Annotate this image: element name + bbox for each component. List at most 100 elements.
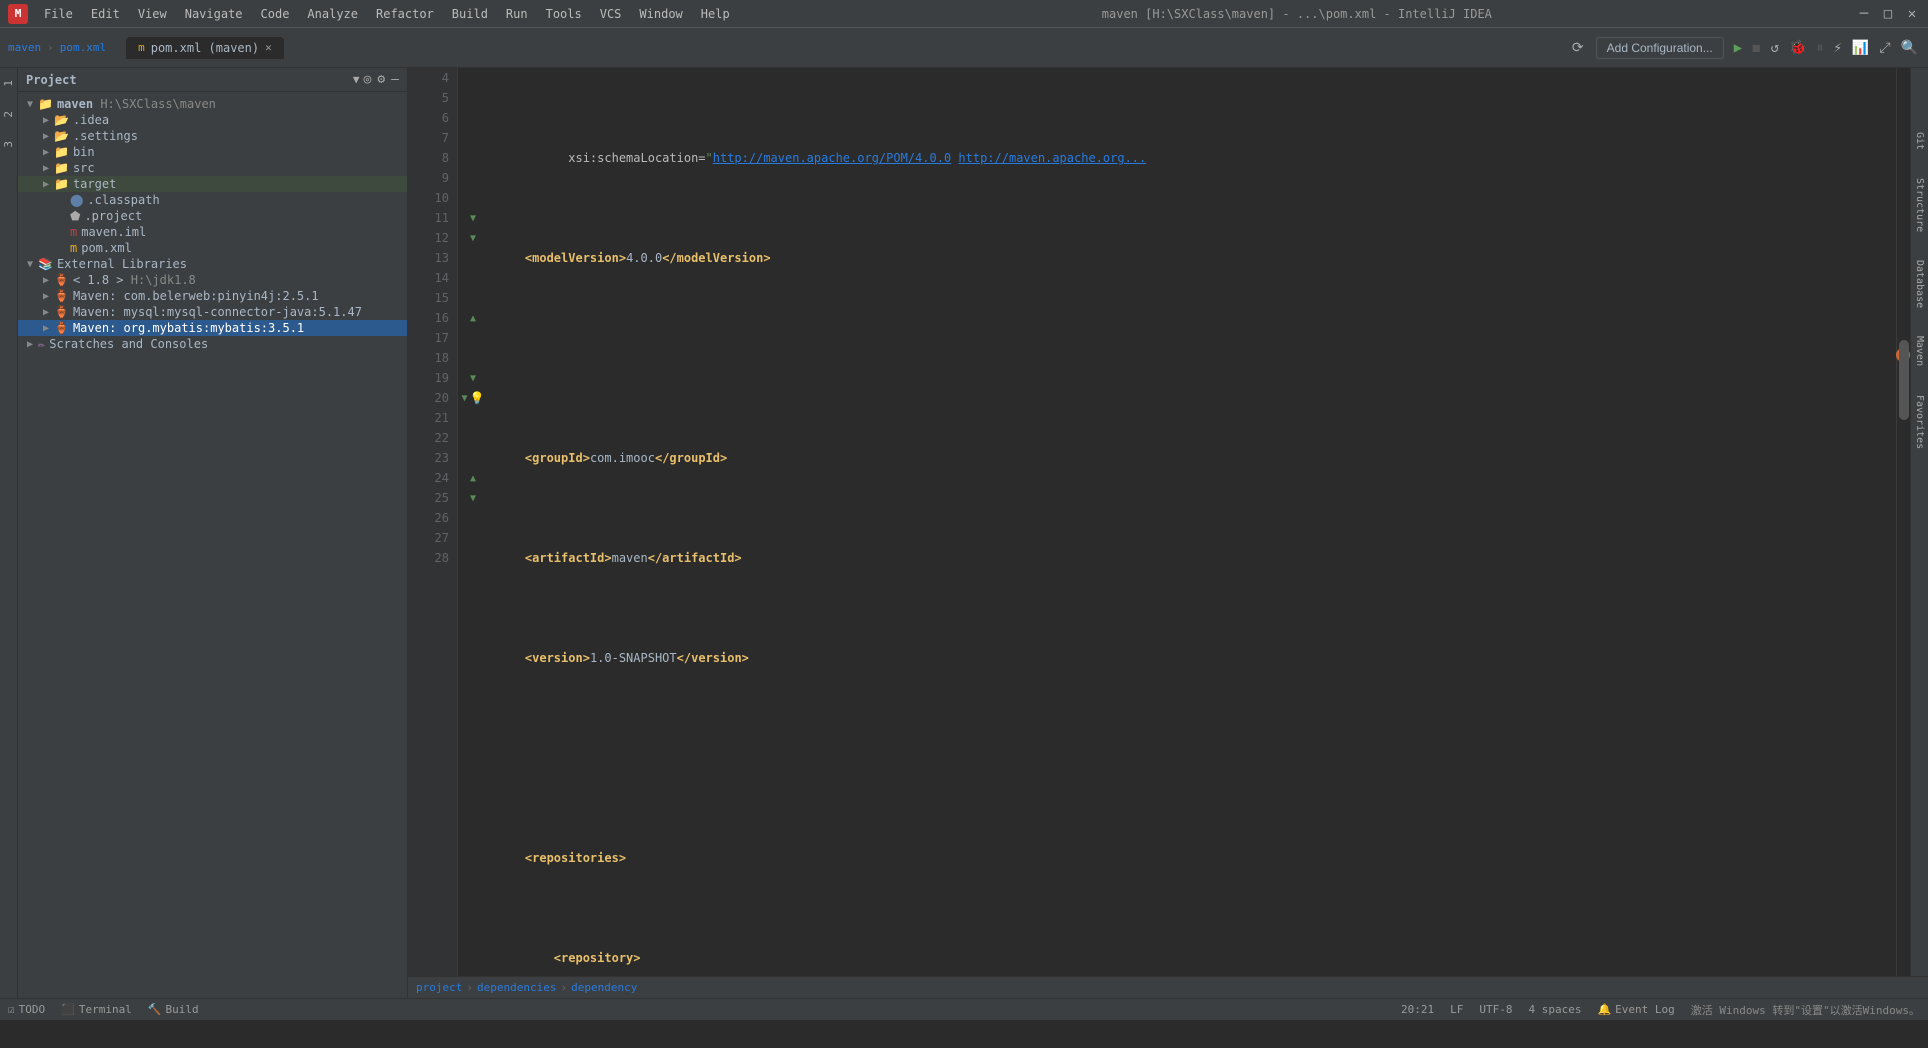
- gutter-11[interactable]: ▼: [458, 208, 488, 228]
- tree-item-scratches[interactable]: ▶ ✏ Scratches and Consoles: [18, 336, 407, 352]
- rerun-icon[interactable]: ↺: [1769, 38, 1781, 58]
- windows-activation-message: 激活 Windows 转到"设置"以激活Windows。: [1691, 1002, 1920, 1018]
- menu-refactor[interactable]: Refactor: [368, 5, 442, 23]
- right-tool-structure[interactable]: Structure: [1912, 174, 1927, 236]
- terminal-button[interactable]: ⬛ Terminal: [61, 1003, 132, 1016]
- menu-vcs[interactable]: VCS: [592, 5, 630, 23]
- sync-icon[interactable]: ⟳: [1572, 40, 1584, 56]
- stop-icon[interactable]: ◼: [1750, 38, 1762, 58]
- tree-item-project-file[interactable]: ⬟ .project: [18, 208, 407, 224]
- breadcrumb-project[interactable]: project: [416, 981, 462, 994]
- hide-sidebar-icon[interactable]: —: [391, 72, 399, 87]
- tab-pom-xml[interactable]: m pom.xml (maven) ✕: [126, 37, 284, 59]
- breadcrumb-dependency[interactable]: dependency: [571, 981, 637, 994]
- left-tool-3[interactable]: 3: [0, 137, 17, 152]
- right-tool-favorites[interactable]: Favorites: [1912, 391, 1927, 453]
- tree-item-maven-iml[interactable]: m maven.iml: [18, 224, 407, 240]
- encoding-label: UTF-8: [1479, 1003, 1512, 1016]
- code-line-9: <version>1.0-SNAPSHOT</version>: [496, 648, 1888, 668]
- line-num-28: 28: [416, 548, 449, 568]
- locate-file-icon[interactable]: ◎: [364, 72, 372, 87]
- code-editor[interactable]: xsi:schemaLocation="http://maven.apache.…: [488, 68, 1896, 976]
- tree-arrow-bin: ▶: [38, 147, 54, 158]
- breadcrumb: maven › pom.xml: [8, 41, 106, 54]
- gutter-24[interactable]: ▲: [458, 468, 488, 488]
- event-log-button[interactable]: 🔔 Event Log: [1597, 1002, 1674, 1018]
- scrollbar-thumb[interactable]: [1899, 340, 1909, 420]
- profile-icon[interactable]: 📊: [1850, 38, 1871, 58]
- tree-item-target[interactable]: ▶ 📁 target: [18, 176, 407, 192]
- todo-button[interactable]: ☑ TODO: [8, 1003, 45, 1016]
- tree-item-classpath[interactable]: ⬤ .classpath: [18, 192, 407, 208]
- tree-label-maven-mysql: Maven: mysql:mysql-connector-java:5.1.47: [73, 305, 362, 319]
- tree-item-idea[interactable]: ▶ 📂 .idea: [18, 112, 407, 128]
- menu-run[interactable]: Run: [498, 5, 536, 23]
- menu-tools[interactable]: Tools: [538, 5, 590, 23]
- sidebar-action-icons: ◎ ⚙ —: [364, 72, 399, 87]
- close-button[interactable]: ✕: [1904, 6, 1920, 22]
- menu-view[interactable]: View: [130, 5, 175, 23]
- left-tool-2[interactable]: 2: [0, 107, 17, 122]
- tree-label-jdk18: < 1.8 > H:\jdk1.8: [73, 273, 196, 287]
- tree-item-pom-xml[interactable]: m pom.xml: [18, 240, 407, 256]
- menu-analyze[interactable]: Analyze: [299, 5, 366, 23]
- maximize-button[interactable]: □: [1880, 6, 1896, 22]
- tree-item-src[interactable]: ▶ 📁 src: [18, 160, 407, 176]
- code-line-11: <repositories>: [496, 848, 1888, 868]
- line-num-6: 6: [416, 108, 449, 128]
- gutter-16[interactable]: ▲: [458, 308, 488, 328]
- encoding[interactable]: UTF-8: [1479, 1002, 1512, 1018]
- tree-arrow-settings: ▶: [38, 131, 54, 142]
- minimize-button[interactable]: ─: [1856, 6, 1872, 22]
- fullscreen-icon[interactable]: ⤢: [1877, 38, 1892, 58]
- run-icon[interactable]: ▶: [1732, 38, 1744, 58]
- code-line-8: <artifactId>maven</artifactId>: [496, 548, 1888, 568]
- tab-close-button[interactable]: ✕: [265, 41, 272, 54]
- tree-item-settings[interactable]: ▶ 📂 .settings: [18, 128, 407, 144]
- fold-arrow-20[interactable]: ▼: [462, 393, 468, 404]
- pause-icon[interactable]: ⏸: [1814, 38, 1825, 58]
- gutter-18: [458, 348, 488, 368]
- menu-code[interactable]: Code: [253, 5, 298, 23]
- sidebar-dropdown-icon[interactable]: ▼: [353, 73, 360, 86]
- tree-item-maven-mybatis[interactable]: ▶ 🏺 Maven: org.mybatis:mybatis:3.5.1: [18, 320, 407, 336]
- hint-icon-20[interactable]: 💡: [470, 391, 485, 405]
- tree-item-jdk18[interactable]: ▶ 🏺 < 1.8 > H:\jdk1.8: [18, 272, 407, 288]
- gutter-25[interactable]: ▼: [458, 488, 488, 508]
- build-button[interactable]: 🔨 Build: [148, 1003, 199, 1016]
- editor-content[interactable]: 4 5 6 7 8 9 10 11 12 13 14 15 16 17 18 1…: [408, 68, 1928, 976]
- line-num-7: 7: [416, 128, 449, 148]
- debug-icon[interactable]: 🐞: [1787, 38, 1808, 58]
- menu-help[interactable]: Help: [693, 5, 738, 23]
- vertical-scrollbar[interactable]: [1896, 68, 1910, 976]
- gutter-19[interactable]: ▼: [458, 368, 488, 388]
- cursor-position[interactable]: 20:21: [1401, 1002, 1434, 1018]
- menu-window[interactable]: Window: [631, 5, 690, 23]
- gutter-6: [458, 108, 488, 128]
- breadcrumb-dependencies[interactable]: dependencies: [477, 981, 556, 994]
- tree-item-bin[interactable]: ▶ 📁 bin: [18, 144, 407, 160]
- tree-arrow-jdk18: ▶: [38, 275, 54, 286]
- line-ending[interactable]: LF: [1450, 1002, 1463, 1018]
- tree-item-ext-libs[interactable]: ▼ 📚 External Libraries: [18, 256, 407, 272]
- right-tool-git[interactable]: Git: [1912, 128, 1927, 154]
- gutter-12[interactable]: ▼: [458, 228, 488, 248]
- coverage-icon[interactable]: ⚡: [1831, 38, 1843, 58]
- right-tool-maven[interactable]: Maven: [1912, 332, 1927, 370]
- folder-icon-maven: 📁: [38, 97, 53, 111]
- left-tool-1[interactable]: 1: [0, 76, 17, 91]
- gutter-21: [458, 408, 488, 428]
- tree-item-maven-pinyin[interactable]: ▶ 🏺 Maven: com.belerweb:pinyin4j:2.5.1: [18, 288, 407, 304]
- menu-build[interactable]: Build: [444, 5, 496, 23]
- tree-item-maven-mysql[interactable]: ▶ 🏺 Maven: mysql:mysql-connector-java:5.…: [18, 304, 407, 320]
- menu-navigate[interactable]: Navigate: [177, 5, 251, 23]
- search-everywhere-icon[interactable]: 🔍: [1899, 38, 1920, 58]
- gear-icon[interactable]: ⚙: [377, 72, 385, 87]
- add-configuration-button[interactable]: Add Configuration...: [1596, 37, 1724, 59]
- right-tool-database[interactable]: Database: [1912, 256, 1927, 312]
- tree-item-maven[interactable]: ▼ 📁 maven H:\SXClass\maven: [18, 96, 407, 112]
- tree-label-settings: .settings: [73, 129, 138, 143]
- menu-edit[interactable]: Edit: [83, 5, 128, 23]
- menu-file[interactable]: File: [36, 5, 81, 23]
- indent[interactable]: 4 spaces: [1528, 1002, 1581, 1018]
